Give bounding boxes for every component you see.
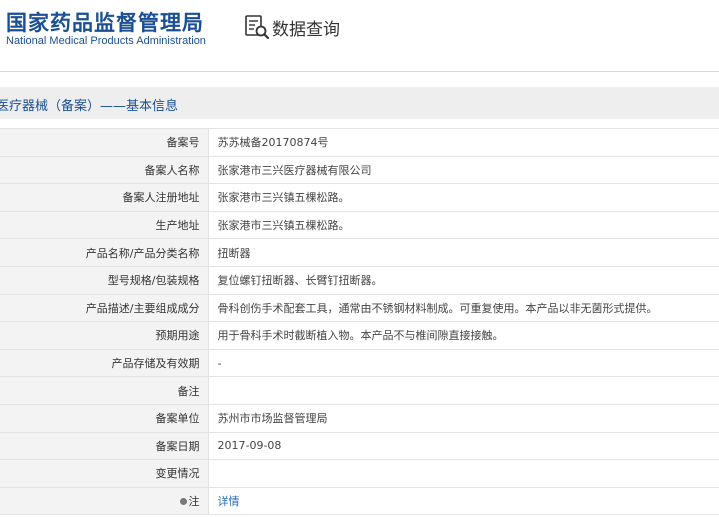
row-value: 张家港市三兴医疗器械有限公司 <box>208 156 719 185</box>
row-value: 苏州市市场监督管理局 <box>208 404 719 433</box>
row-value: 复位螺钉扭断器、长臂钉扭断器。 <box>208 266 719 295</box>
org-logo-name-cn[interactable]: 国家药品监督管理局 <box>6 7 204 37</box>
note-label-cell: 注 <box>0 487 209 516</box>
row-label: 预期用途 <box>0 321 209 350</box>
data-query-label: 数据查询 <box>272 19 340 40</box>
document-search-icon <box>245 15 270 40</box>
org-logo-name-en[interactable]: National Medical Products Administration <box>6 35 206 47</box>
row-label: 型号规格/包装规格 <box>0 266 209 295</box>
table-row: 产品存储及有效期 - <box>0 349 719 378</box>
row-label: 产品描述/主要组成成分 <box>0 294 209 323</box>
row-label: 生产地址 <box>0 211 209 240</box>
table-row: 备案号 苏苏械备20170874号 <box>0 128 719 157</box>
table-row: 注 详情 <box>0 487 719 516</box>
table-row: 生产地址 张家港市三兴镇五棵松路。 <box>0 211 719 240</box>
table-row: 产品名称/产品分类名称 扭断器 <box>0 238 719 267</box>
row-value: 苏苏械备20170874号 <box>208 128 719 157</box>
row-label: 产品名称/产品分类名称 <box>0 238 209 267</box>
row-label: 备案号 <box>0 128 209 157</box>
row-value: - <box>208 349 719 378</box>
row-value: 用于骨科手术时截断植入物。本产品不与椎间隙直接接触。 <box>208 321 719 350</box>
section-header: 医疗器械（备案）——基本信息 <box>0 87 719 119</box>
site-header: 国家药品监督管理局 National Medical Products Admi… <box>0 0 719 72</box>
details-link[interactable]: 详情 <box>218 495 240 508</box>
row-value: 详情 <box>208 487 719 516</box>
row-label: 产品存储及有效期 <box>0 349 209 378</box>
row-value: 张家港市三兴镇五棵松路。 <box>208 211 719 240</box>
row-value <box>208 459 719 488</box>
header-divider <box>0 71 719 72</box>
table-row: 备案日期 2017-09-08 <box>0 432 719 461</box>
row-value: 张家港市三兴镇五棵松路。 <box>208 183 719 212</box>
section-title: 医疗器械（备案）——基本信息 <box>0 99 179 114</box>
table-row: 产品描述/主要组成成分 骨科创伤手术配套工具，通常由不锈钢材料制成。可重复使用。… <box>0 294 719 323</box>
row-label: 注 <box>188 495 200 509</box>
row-label: 备案日期 <box>0 432 209 461</box>
row-value: 2017-09-08 <box>208 432 719 461</box>
bullet-icon <box>179 498 187 506</box>
table-row: 备案单位 苏州市市场监督管理局 <box>0 404 719 433</box>
table-row: 预期用途 用于骨科手术时截断植入物。本产品不与椎间隙直接接触。 <box>0 321 719 350</box>
table-row: 变更情况 <box>0 459 719 488</box>
data-query-link[interactable]: 数据查询 <box>244 14 340 40</box>
row-label: 变更情况 <box>0 459 209 488</box>
row-label: 备案单位 <box>0 404 209 433</box>
row-value <box>208 376 719 405</box>
table-row: 备案人注册地址 张家港市三兴镇五棵松路。 <box>0 183 719 212</box>
row-value: 扭断器 <box>208 238 719 267</box>
table-row: 备案人名称 张家港市三兴医疗器械有限公司 <box>0 156 719 185</box>
row-label: 备注 <box>0 376 209 405</box>
row-label: 备案人注册地址 <box>0 183 209 212</box>
row-label: 备案人名称 <box>0 156 209 185</box>
table-row: 备注 <box>0 376 719 405</box>
row-value: 骨科创伤手术配套工具，通常由不锈钢材料制成。可重复使用。本产品以非无菌形式提供。 <box>208 294 719 323</box>
table-row: 型号规格/包装规格 复位螺钉扭断器、长臂钉扭断器。 <box>0 266 719 295</box>
record-info-table: 备案号 苏苏械备20170874号 备案人名称 张家港市三兴医疗器械有限公司 备… <box>0 128 719 516</box>
